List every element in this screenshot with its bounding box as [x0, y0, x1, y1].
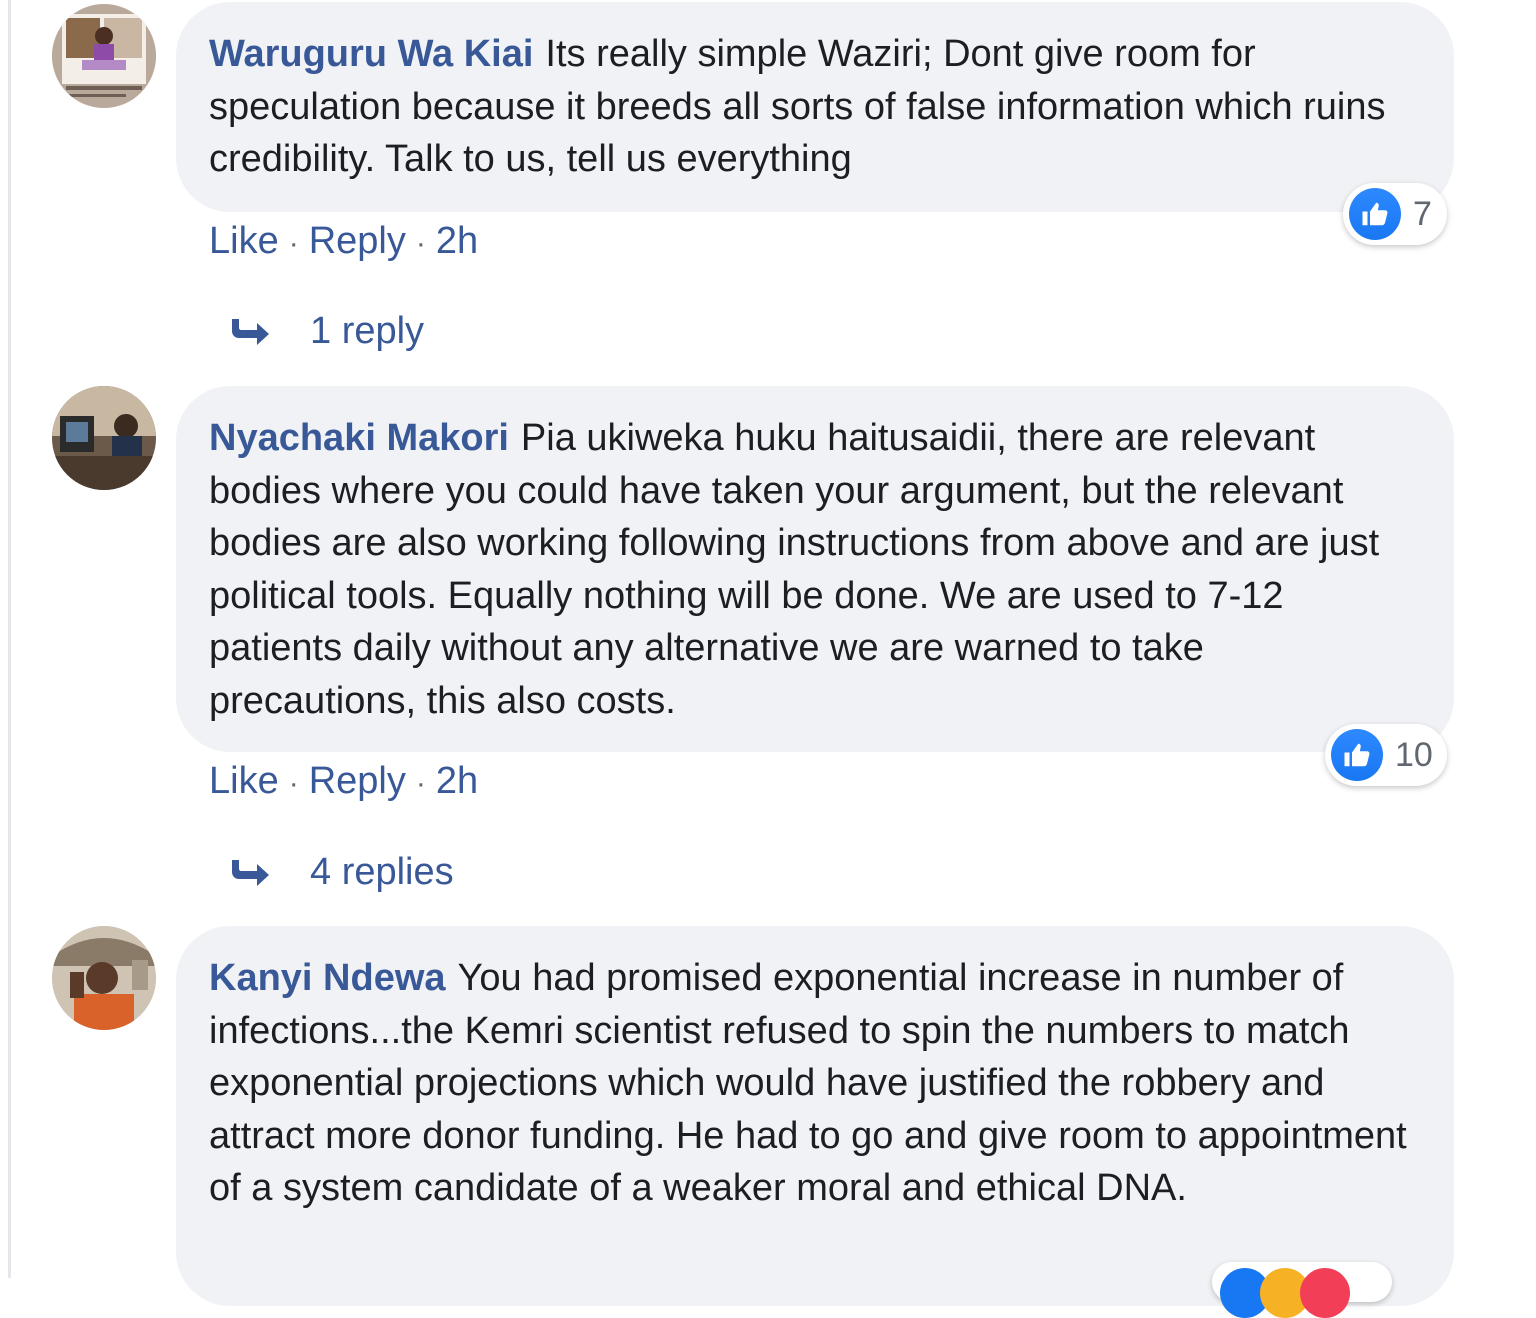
separator: · [288, 227, 299, 260]
reply-arrow-icon [232, 859, 269, 886]
comment-actions: Like · Reply · 2h [209, 220, 478, 263]
avatar[interactable] [52, 926, 156, 1030]
comment-bubble: Waruguru Wa Kiai Its really simple Waziri… [176, 2, 1454, 212]
reply-arrow-icon [232, 318, 269, 345]
thumbs-up-icon [1331, 729, 1383, 781]
reaction-count-pill[interactable]: 10 [1325, 724, 1447, 786]
comment-bubble: Kanyi Ndewa You had promised exponential … [176, 926, 1454, 1306]
timestamp-link[interactable]: 2h [436, 760, 478, 802]
reply-link[interactable]: Reply [309, 220, 406, 262]
view-replies-link[interactable]: 4 replies [228, 851, 454, 894]
separator: · [288, 767, 299, 800]
reply-link[interactable]: Reply [309, 760, 406, 802]
reaction-count-pill[interactable] [1212, 1262, 1392, 1318]
thread-indent-line [8, 0, 11, 1278]
reaction-count-pill[interactable]: 7 [1343, 183, 1447, 245]
replies-count-label[interactable]: 1 reply [310, 310, 424, 353]
like-link[interactable]: Like [209, 220, 279, 262]
comment-bubble: Nyachaki Makori Pia ukiweka huku haitusai… [176, 386, 1454, 752]
reaction-count: 10 [1395, 735, 1433, 774]
comment-actions: Like · Reply · 2h [209, 760, 478, 803]
view-replies-link[interactable]: 1 reply [228, 310, 424, 353]
timestamp-link[interactable]: 2h [436, 220, 478, 262]
replies-count-label[interactable]: 4 replies [310, 851, 454, 894]
avatar[interactable] [52, 4, 156, 108]
comment-author[interactable]: Kanyi Ndewa [209, 957, 446, 999]
separator: · [415, 767, 426, 800]
comment-author[interactable]: Waruguru Wa Kiai [209, 33, 533, 75]
like-link[interactable]: Like [209, 760, 279, 802]
reaction-count: 7 [1413, 194, 1432, 233]
separator: · [415, 227, 426, 260]
comment-text: Pia ukiweka huku haitusaidii, there are … [209, 417, 1380, 722]
avatar[interactable] [52, 386, 156, 490]
thumbs-up-icon [1349, 188, 1401, 240]
love-reaction-icon [1300, 1268, 1350, 1318]
comment-author[interactable]: Nyachaki Makori [209, 417, 509, 459]
